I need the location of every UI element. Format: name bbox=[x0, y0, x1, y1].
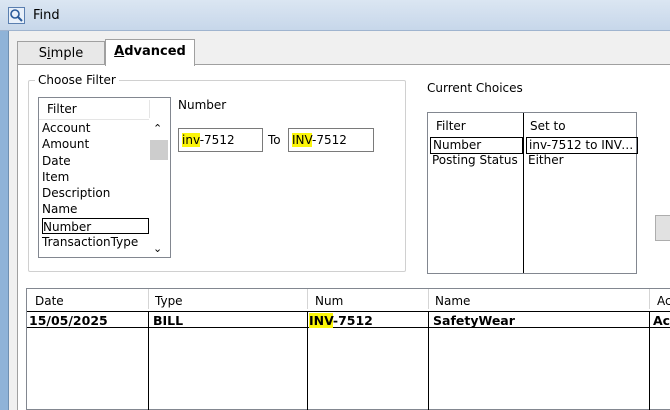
number-from-input[interactable]: inv-7512 bbox=[178, 128, 263, 152]
current-choices-header-set-to: Set to bbox=[530, 119, 566, 133]
chevron-up-icon[interactable]: ⌃ bbox=[153, 122, 162, 135]
header-divider bbox=[307, 289, 308, 309]
current-choice-value: Either bbox=[528, 153, 564, 167]
header-divider bbox=[649, 289, 650, 309]
find-icon bbox=[8, 7, 25, 24]
choose-filter-label: Choose Filter bbox=[35, 73, 119, 87]
scroll-thumb[interactable] bbox=[150, 140, 168, 160]
to-rest: -7512 bbox=[312, 133, 347, 147]
cell-type[interactable]: BILL bbox=[153, 312, 303, 330]
filter-item-amount[interactable]: Amount bbox=[42, 136, 149, 152]
num-highlight: INV bbox=[309, 313, 333, 328]
to-highlight: INV bbox=[292, 133, 313, 147]
cell-date[interactable]: 15/05/2025 bbox=[29, 312, 147, 330]
filter-header-divider bbox=[149, 100, 150, 118]
column-divider bbox=[148, 311, 149, 410]
filter-item-account[interactable]: Account bbox=[42, 120, 149, 136]
column-divider bbox=[649, 311, 650, 410]
filter-item-description[interactable]: Description bbox=[42, 185, 149, 201]
filter-item-number[interactable]: Number bbox=[42, 217, 149, 235]
header-divider bbox=[148, 289, 149, 309]
current-choice-filter: Posting Status bbox=[432, 153, 518, 167]
current-choices-header-filter: Filter bbox=[436, 119, 466, 133]
num-rest: -7512 bbox=[332, 313, 373, 328]
number-to-input[interactable]: INV-7512 bbox=[288, 128, 374, 152]
window-frame-left bbox=[0, 31, 9, 410]
cell-name[interactable]: SafetyWear bbox=[433, 312, 647, 330]
chevron-down-icon[interactable]: ⌄ bbox=[153, 242, 162, 255]
column-header-num[interactable]: Num bbox=[315, 292, 425, 310]
filter-scrollbar[interactable]: ⌃ ⌄ bbox=[149, 120, 170, 257]
filter-item-transactiontype[interactable]: TransactionType bbox=[42, 234, 149, 250]
cell-account[interactable]: Ac bbox=[653, 312, 670, 330]
cell-num[interactable]: INV-7512 bbox=[309, 312, 427, 330]
results-table[interactable]: Date Type Num Name Ac 15/05/2025 BILL IN… bbox=[26, 288, 670, 410]
filter-item-date[interactable]: Date bbox=[42, 153, 149, 169]
from-rest: -7512 bbox=[199, 133, 235, 147]
title-bar: Find bbox=[0, 0, 670, 31]
filter-item-name[interactable]: Name bbox=[42, 201, 149, 217]
filter-list[interactable]: Filter Account Amount Date Item Description N… bbox=[38, 97, 171, 258]
filter-items: Account Amount Date Item Description Name Numb… bbox=[42, 120, 149, 250]
column-header-date[interactable]: Date bbox=[35, 292, 145, 310]
current-choices-list[interactable]: Filter Set to Number inv-7512 to INV-751… bbox=[427, 112, 638, 274]
column-header-account[interactable]: Ac bbox=[657, 292, 670, 310]
column-header-type[interactable]: Type bbox=[155, 292, 305, 310]
to-label: To bbox=[268, 133, 281, 147]
current-choices-divider bbox=[523, 113, 524, 273]
header-divider bbox=[428, 289, 429, 309]
tab-simple[interactable]: Simple bbox=[17, 41, 105, 65]
filter-list-header: Filter bbox=[39, 98, 149, 120]
side-button[interactable] bbox=[655, 215, 670, 241]
column-divider bbox=[307, 311, 308, 410]
filter-item-item[interactable]: Item bbox=[42, 169, 149, 185]
current-choices-label: Current Choices bbox=[427, 81, 523, 95]
column-divider bbox=[428, 311, 429, 410]
from-highlight: inv bbox=[182, 133, 200, 147]
tab-advanced[interactable]: Advanced bbox=[105, 39, 195, 66]
window-title: Find bbox=[33, 8, 60, 23]
column-header-name[interactable]: Name bbox=[435, 292, 645, 310]
current-choice-value: inv-7512 to INV-7512 bbox=[526, 137, 638, 154]
number-label: Number bbox=[178, 98, 227, 112]
current-choice-filter: Number bbox=[430, 137, 523, 154]
